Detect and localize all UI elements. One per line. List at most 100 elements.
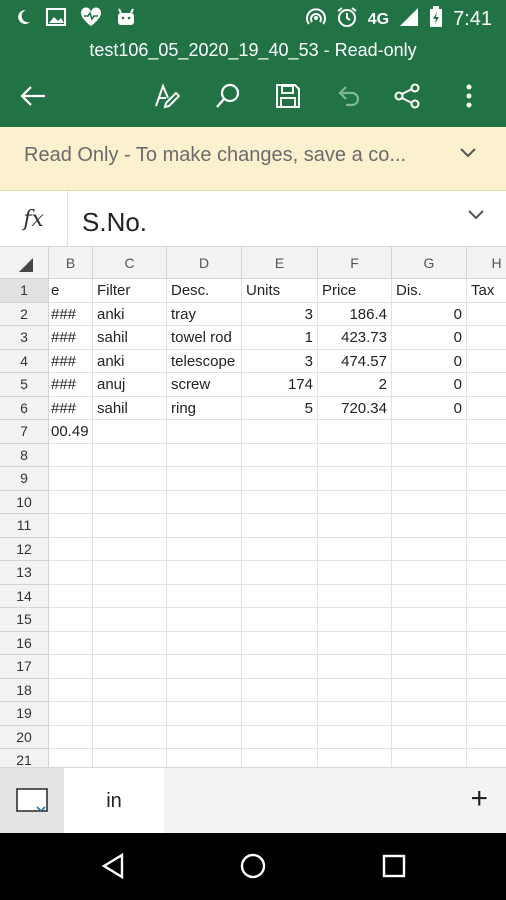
cell-g10[interactable] bbox=[392, 490, 467, 514]
row-header-10[interactable]: 10 bbox=[0, 490, 49, 514]
cell-d11[interactable] bbox=[167, 514, 242, 538]
row-header-8[interactable]: 8 bbox=[0, 443, 49, 467]
row-header-14[interactable]: 14 bbox=[0, 584, 49, 608]
cell-h2[interactable] bbox=[467, 303, 506, 326]
cell-d18[interactable] bbox=[167, 678, 242, 702]
cell-b16[interactable] bbox=[49, 631, 93, 655]
cell-h17[interactable] bbox=[467, 655, 506, 679]
cell-e9[interactable] bbox=[242, 467, 318, 491]
cell-c11[interactable] bbox=[93, 514, 167, 538]
row-header-1[interactable]: 1 bbox=[0, 279, 49, 303]
cell-f1[interactable]: Price bbox=[318, 279, 392, 303]
cell-d13[interactable] bbox=[167, 561, 242, 585]
row-header-20[interactable]: 20 bbox=[0, 725, 49, 749]
cell-f17[interactable] bbox=[318, 655, 392, 679]
cell-h1[interactable]: Tax bbox=[467, 279, 506, 303]
cell-b13[interactable] bbox=[49, 561, 93, 585]
cell-f14[interactable] bbox=[318, 584, 392, 608]
cell-h15[interactable] bbox=[467, 608, 506, 632]
cell-c8[interactable] bbox=[93, 443, 167, 467]
cell-e13[interactable] bbox=[242, 561, 318, 585]
cell-g13[interactable] bbox=[392, 561, 467, 585]
undo-button[interactable] bbox=[327, 76, 367, 116]
cell-d4[interactable]: telescope bbox=[167, 349, 242, 373]
cell-b18[interactable] bbox=[49, 678, 93, 702]
cell-g19[interactable] bbox=[392, 702, 467, 726]
cell-b2[interactable]: ### bbox=[49, 302, 93, 326]
cell-c3[interactable]: sahil bbox=[93, 326, 167, 350]
cell-e19[interactable] bbox=[242, 702, 318, 726]
cell-c7[interactable] bbox=[93, 420, 167, 444]
cell-f18[interactable] bbox=[318, 678, 392, 702]
cell-e10[interactable] bbox=[242, 490, 318, 514]
cell-c1[interactable]: Filter bbox=[93, 279, 167, 303]
cell-b9[interactable] bbox=[49, 467, 93, 491]
cell-e5[interactable]: 174 bbox=[242, 373, 318, 397]
share-button[interactable] bbox=[387, 76, 427, 116]
cell-f2[interactable]: 186.4 bbox=[318, 302, 392, 326]
cell-e1[interactable]: Units bbox=[242, 279, 318, 303]
column-header-g[interactable]: G bbox=[392, 247, 467, 279]
cell-h3[interactable] bbox=[467, 326, 506, 350]
cell-c20[interactable] bbox=[93, 725, 167, 749]
cell-c4[interactable]: anki bbox=[93, 349, 167, 373]
cell-e7[interactable] bbox=[242, 420, 318, 444]
more-options-button[interactable] bbox=[449, 76, 489, 116]
cell-b12[interactable] bbox=[49, 537, 93, 561]
cell-h13[interactable] bbox=[467, 561, 506, 585]
cell-g8[interactable] bbox=[392, 443, 467, 467]
cell-c10[interactable] bbox=[93, 490, 167, 514]
column-header-e[interactable]: E bbox=[242, 247, 318, 279]
cell-c19[interactable] bbox=[93, 702, 167, 726]
row-header-11[interactable]: 11 bbox=[0, 514, 49, 538]
cell-g6[interactable]: 0 bbox=[392, 396, 467, 420]
cell-h11[interactable] bbox=[467, 514, 506, 538]
cell-b15[interactable] bbox=[49, 608, 93, 632]
cell-c5[interactable]: anuj bbox=[93, 373, 167, 397]
row-header-9[interactable]: 9 bbox=[0, 467, 49, 491]
cell-d14[interactable] bbox=[167, 584, 242, 608]
cell-e16[interactable] bbox=[242, 631, 318, 655]
cell-h6[interactable] bbox=[467, 397, 506, 420]
expand-formula-button[interactable] bbox=[466, 207, 486, 226]
cell-d12[interactable] bbox=[167, 537, 242, 561]
cell-c21[interactable] bbox=[93, 749, 167, 767]
cell-g1[interactable]: Dis. bbox=[392, 279, 467, 303]
read-only-banner[interactable]: Read Only - To make changes, save a co..… bbox=[0, 127, 506, 191]
cell-b10[interactable] bbox=[49, 490, 93, 514]
cell-g11[interactable] bbox=[392, 514, 467, 538]
back-button[interactable] bbox=[13, 76, 53, 116]
cell-g5[interactable]: 0 bbox=[392, 373, 467, 397]
cell-h4[interactable] bbox=[467, 350, 506, 373]
cell-h12[interactable] bbox=[467, 538, 506, 561]
cell-e2[interactable]: 3 bbox=[242, 302, 318, 326]
cell-d16[interactable] bbox=[167, 631, 242, 655]
nav-home-button[interactable] bbox=[236, 849, 270, 883]
cell-f4[interactable]: 474.57 bbox=[318, 349, 392, 373]
cell-c13[interactable] bbox=[93, 561, 167, 585]
cell-b14[interactable] bbox=[49, 584, 93, 608]
add-sheet-button[interactable]: + bbox=[470, 782, 488, 816]
sheet-tab-in[interactable]: in bbox=[64, 768, 164, 834]
cell-g16[interactable] bbox=[392, 631, 467, 655]
cell-g14[interactable] bbox=[392, 584, 467, 608]
function-button[interactable]: fx bbox=[0, 191, 68, 247]
cell-f8[interactable] bbox=[318, 443, 392, 467]
cell-c14[interactable] bbox=[93, 584, 167, 608]
row-header-15[interactable]: 15 bbox=[0, 608, 49, 632]
row-header-16[interactable]: 16 bbox=[0, 631, 49, 655]
cell-d17[interactable] bbox=[167, 655, 242, 679]
cell-g7[interactable] bbox=[392, 420, 467, 444]
cell-f12[interactable] bbox=[318, 537, 392, 561]
cell-g17[interactable] bbox=[392, 655, 467, 679]
cell-e4[interactable]: 3 bbox=[242, 349, 318, 373]
save-button[interactable] bbox=[268, 76, 308, 116]
cell-b19[interactable] bbox=[49, 702, 93, 726]
nav-recents-button[interactable] bbox=[377, 849, 411, 883]
row-header-13[interactable]: 13 bbox=[0, 561, 49, 585]
cell-h21[interactable] bbox=[467, 749, 506, 767]
cell-e14[interactable] bbox=[242, 584, 318, 608]
nav-back-button[interactable] bbox=[96, 849, 130, 883]
cell-c15[interactable] bbox=[93, 608, 167, 632]
row-header-19[interactable]: 19 bbox=[0, 702, 49, 726]
